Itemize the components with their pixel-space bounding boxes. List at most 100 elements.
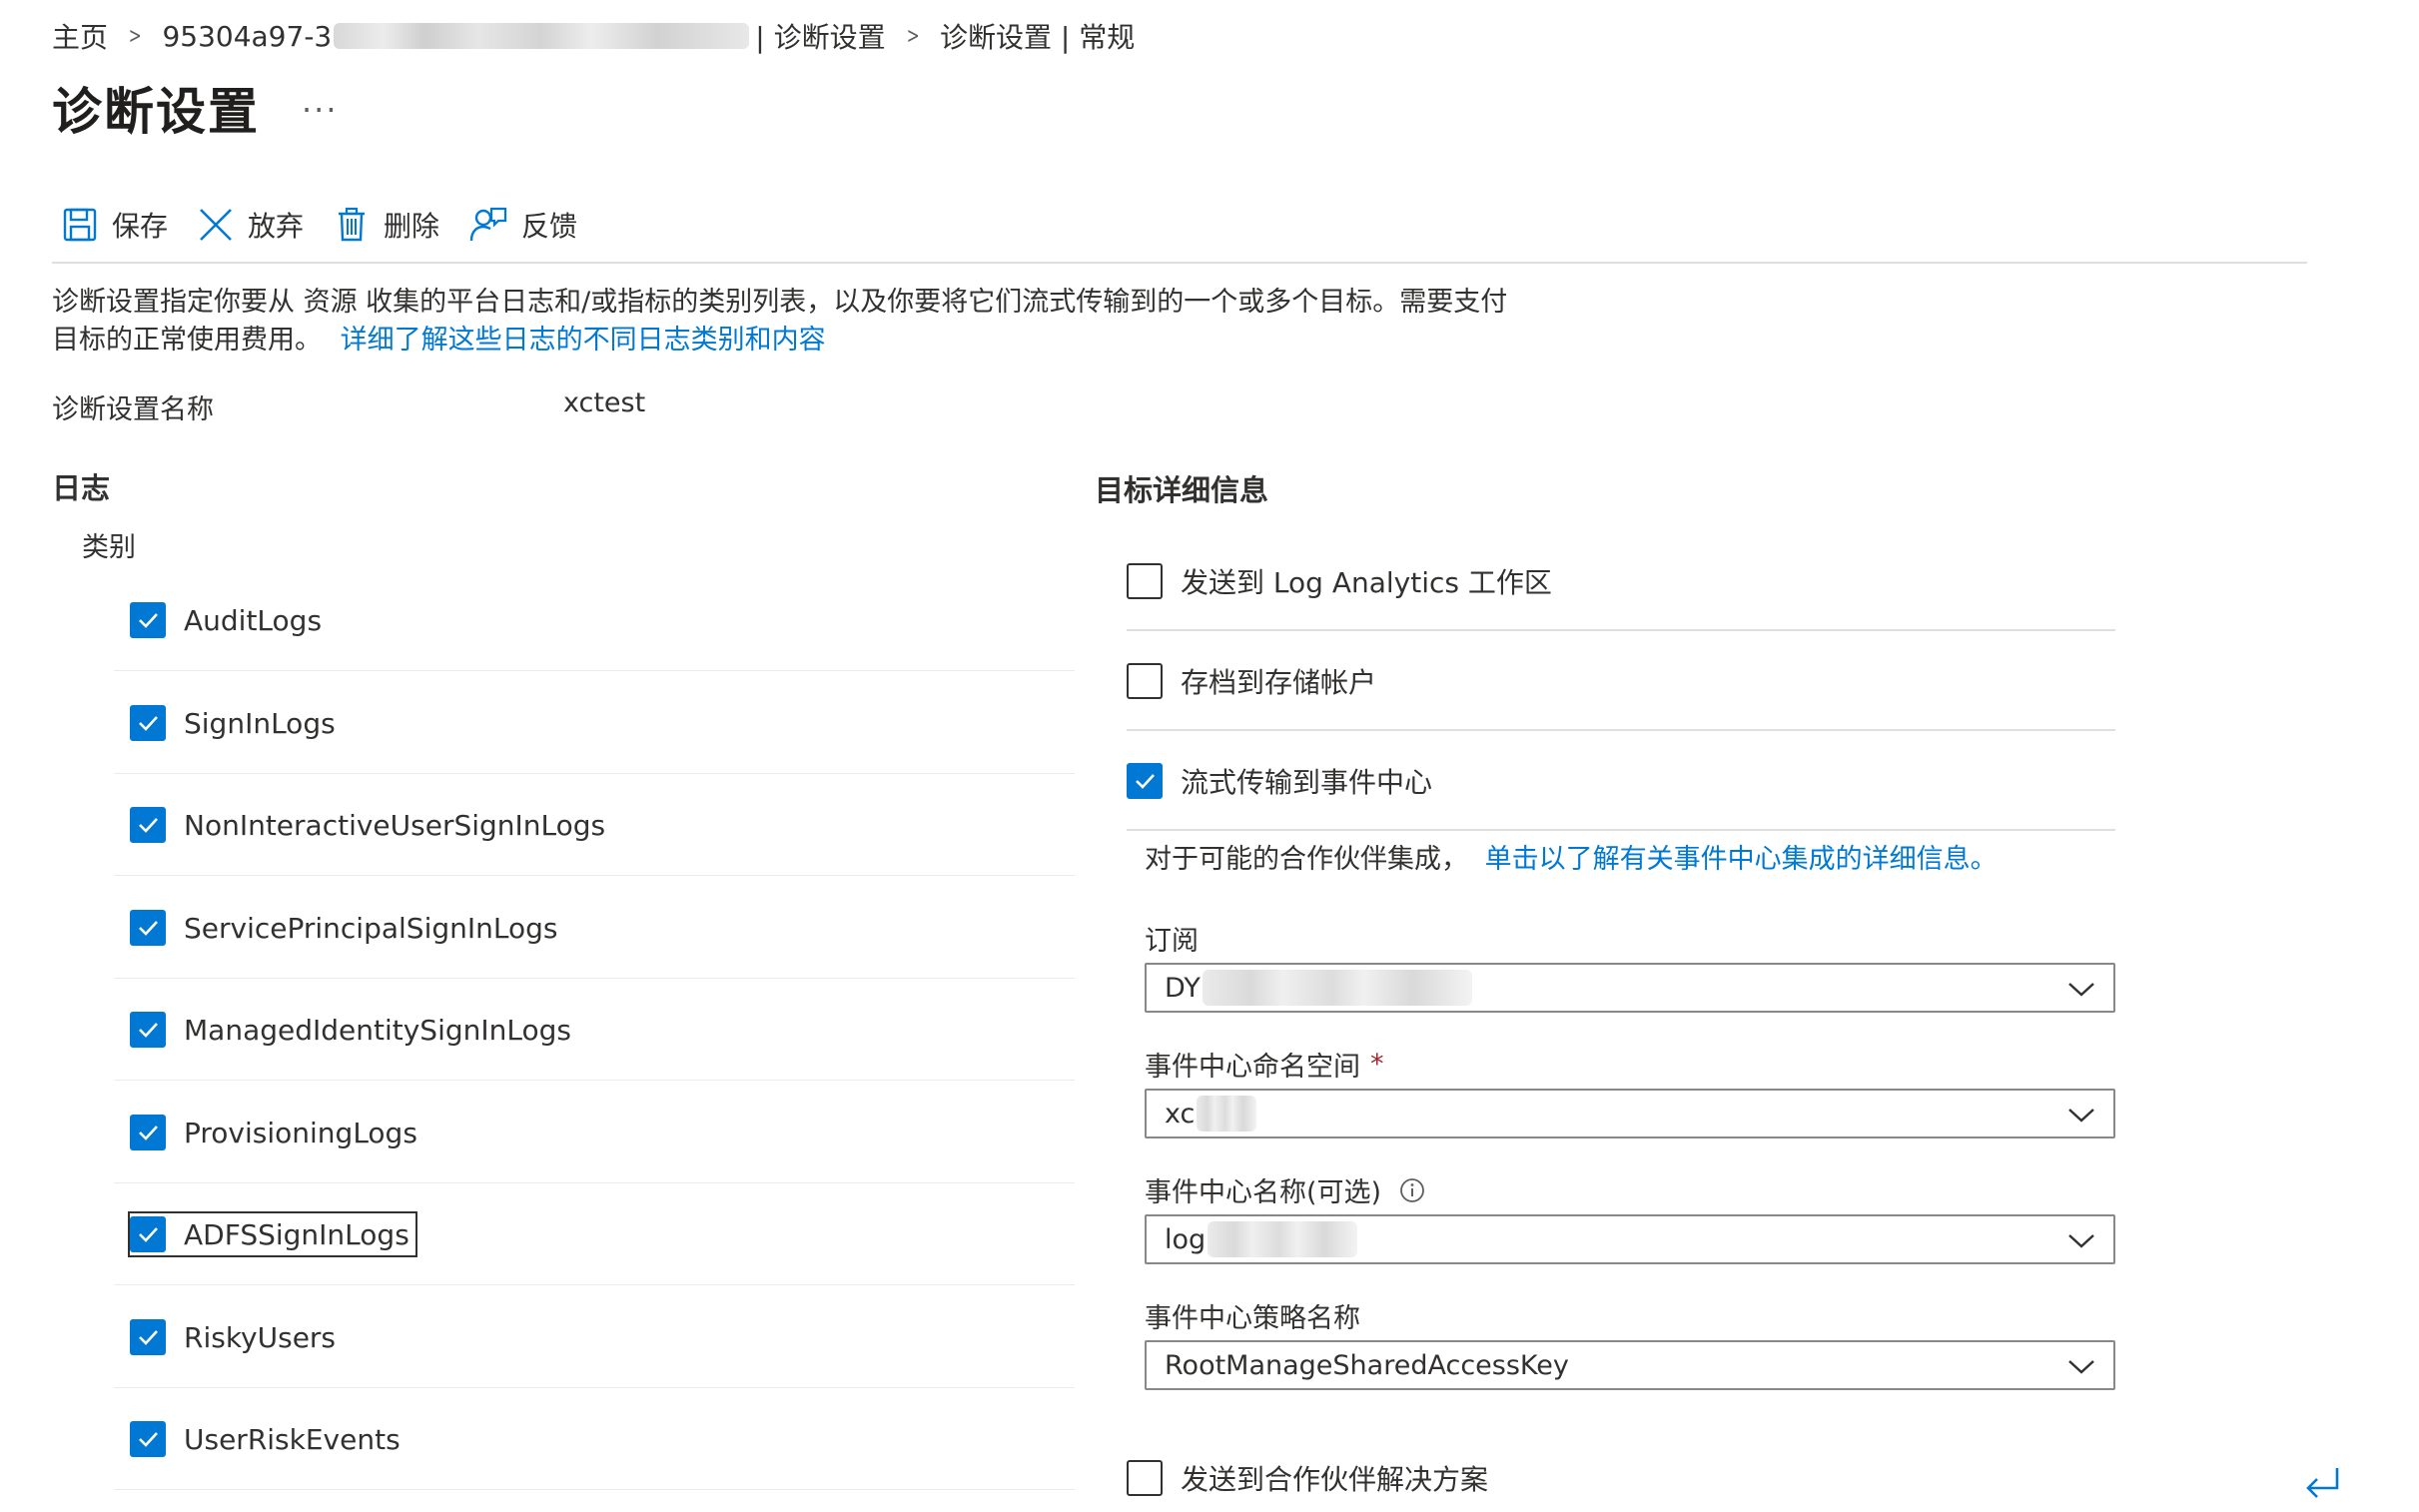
save-label: 保存 xyxy=(112,210,169,243)
feedback-person-icon xyxy=(469,207,507,242)
log-category-option[interactable]: AuditLogs xyxy=(130,599,326,641)
log-category-option[interactable]: SignInLogs xyxy=(130,702,340,744)
log-category-option[interactable]: ADFSSignInLogs xyxy=(128,1211,417,1257)
checkmark-icon xyxy=(139,1227,158,1242)
log-category-row: NonInteractiveUserSignInLogs xyxy=(114,774,1075,876)
subscription-dropdown[interactable]: DY xyxy=(1145,963,2115,1013)
discard-label: 放弃 xyxy=(248,210,305,243)
checkmark-icon xyxy=(139,1432,158,1447)
log-category-row: SignInLogs xyxy=(114,672,1075,774)
storage-option[interactable]: 存档到存储帐户 xyxy=(1127,661,1376,701)
partner-integration-text: 对于可能的合作伙伴集成， 单击以了解有关事件中心集成的详细信息。 xyxy=(1145,837,1998,876)
required-asterisk: * xyxy=(1370,1049,1384,1080)
log-analytics-checkbox[interactable] xyxy=(1127,563,1163,599)
trash-icon xyxy=(339,207,366,242)
breadcrumb-resource[interactable]: 95304a97-3 xyxy=(162,20,332,53)
log-category-row: RiskyUsers xyxy=(114,1286,1075,1388)
save-button[interactable]: 保存 xyxy=(62,205,168,245)
log-category-label: AuditLogs xyxy=(184,603,323,637)
log-category-checkbox[interactable] xyxy=(130,1319,166,1355)
namespace-value: xc xyxy=(1165,1098,1196,1130)
log-category-label: SignInLogs xyxy=(184,706,336,740)
redacted-resource-id xyxy=(334,23,750,49)
checkmark-icon xyxy=(139,1126,158,1140)
log-category-option[interactable]: RiskyUsers xyxy=(130,1316,340,1358)
delete-button[interactable]: 删除 xyxy=(334,205,439,245)
log-category-row: UserRiskEvents xyxy=(114,1388,1075,1490)
partner-solution-checkbox[interactable] xyxy=(1127,1460,1163,1496)
log-category-option[interactable]: UserRiskEvents xyxy=(130,1418,404,1460)
dest-event-hub-row: 流式传输到事件中心 xyxy=(1127,731,2115,831)
checkmark-icon xyxy=(139,716,158,731)
log-category-option[interactable]: ManagedIdentitySignInLogs xyxy=(130,1009,575,1051)
checkmark-icon xyxy=(139,613,158,628)
event-hub-checkbox[interactable] xyxy=(1127,763,1163,799)
partner-solution-label: 发送到合作伙伴解决方案 xyxy=(1181,1463,1489,1496)
log-analytics-label: 发送到 Log Analytics 工作区 xyxy=(1181,566,1552,599)
discard-button[interactable]: 放弃 xyxy=(198,205,304,245)
redacted-hub-name xyxy=(1208,1221,1358,1257)
log-category-option[interactable]: NonInteractiveUserSignInLogs xyxy=(130,804,609,846)
log-category-label: UserRiskEvents xyxy=(184,1422,401,1456)
checkmark-icon xyxy=(139,1023,158,1038)
return-arrow-icon[interactable] xyxy=(2303,1466,2343,1500)
info-icon[interactable] xyxy=(1399,1177,1425,1203)
log-category-checkbox[interactable] xyxy=(130,602,166,638)
command-bar: 保存 放弃 删除 反馈 xyxy=(62,200,607,250)
log-category-label: ManagedIdentitySignInLogs xyxy=(184,1013,571,1047)
destination-section-title: 目标详细信息 xyxy=(1095,473,1269,507)
toolbar-divider xyxy=(52,262,2307,264)
chevron-down-icon xyxy=(2068,1234,2094,1248)
checkmark-icon xyxy=(139,818,158,833)
checkmark-icon xyxy=(139,1330,158,1345)
log-category-checkbox[interactable] xyxy=(130,705,166,741)
storage-checkbox[interactable] xyxy=(1127,663,1163,699)
log-category-label: ADFSSignInLogs xyxy=(184,1217,409,1251)
subscription-label: 订阅 xyxy=(1145,919,1199,958)
log-category-row: ProvisioningLogs xyxy=(114,1082,1075,1183)
policy-label: 事件中心策略名称 xyxy=(1145,1296,1360,1335)
hub-name-dropdown[interactable]: log xyxy=(1145,1214,2115,1264)
log-category-label: NonInteractiveUserSignInLogs xyxy=(184,808,606,842)
redacted-namespace xyxy=(1197,1096,1257,1132)
checkmark-icon xyxy=(139,921,158,936)
log-category-row: ServicePrincipalSignInLogs xyxy=(114,877,1075,979)
log-category-option[interactable]: ProvisioningLogs xyxy=(130,1112,421,1153)
hub-name-value: log xyxy=(1165,1223,1207,1255)
namespace-label-text: 事件中心命名空间 xyxy=(1145,1052,1360,1083)
log-category-option[interactable]: ServicePrincipalSignInLogs xyxy=(130,907,561,949)
chevron-right-icon: > xyxy=(128,23,142,49)
breadcrumb-resource-suffix[interactable]: | 诊断设置 xyxy=(755,16,885,56)
log-category-checkbox[interactable] xyxy=(130,807,166,843)
delete-label: 删除 xyxy=(384,210,440,243)
log-category-row: ManagedIdentitySignInLogs xyxy=(114,979,1075,1081)
breadcrumb-home[interactable]: 主页 xyxy=(52,16,108,56)
event-hub-option[interactable]: 流式传输到事件中心 xyxy=(1127,761,1432,801)
breadcrumb: 主页 > 95304a97-3 | 诊断设置 > 诊断设置 | 常规 xyxy=(52,16,1135,56)
page-title: 诊断设置 xyxy=(52,83,260,141)
feedback-button[interactable]: 反馈 xyxy=(469,205,577,245)
setting-name-label: 诊断设置名称 xyxy=(52,394,214,425)
policy-value: RootManageSharedAccessKey xyxy=(1165,1349,1569,1381)
log-category-checkbox[interactable] xyxy=(130,1012,166,1048)
partner-solution-option[interactable]: 发送到合作伙伴解决方案 xyxy=(1127,1458,1488,1498)
policy-label-text: 事件中心策略名称 xyxy=(1145,1303,1360,1334)
breadcrumb-current: 诊断设置 | 常规 xyxy=(940,21,1136,54)
learn-more-link[interactable]: 详细了解这些日志的不同日志类别和内容 xyxy=(341,325,826,356)
more-options-button[interactable]: ... xyxy=(302,82,339,120)
storage-label: 存档到存储帐户 xyxy=(1181,666,1377,699)
setting-name-value: xctest xyxy=(563,387,646,418)
log-category-checkbox[interactable] xyxy=(130,1216,166,1252)
event-hub-integration-link[interactable]: 单击以了解有关事件中心集成的详细信息。 xyxy=(1485,844,1998,875)
hub-name-label: 事件中心名称(可选) xyxy=(1145,1170,1425,1209)
namespace-dropdown[interactable]: xc xyxy=(1145,1089,2115,1138)
policy-dropdown[interactable]: RootManageSharedAccessKey xyxy=(1145,1340,2115,1390)
log-category-checkbox[interactable] xyxy=(130,1115,166,1150)
chevron-right-icon: > xyxy=(906,23,920,49)
subscription-label-text: 订阅 xyxy=(1145,926,1199,957)
log-category-checkbox[interactable] xyxy=(130,1421,166,1457)
log-analytics-option[interactable]: 发送到 Log Analytics 工作区 xyxy=(1127,561,1552,601)
chevron-down-icon xyxy=(2068,1109,2094,1123)
close-icon xyxy=(200,209,232,241)
log-category-checkbox[interactable] xyxy=(130,910,166,946)
